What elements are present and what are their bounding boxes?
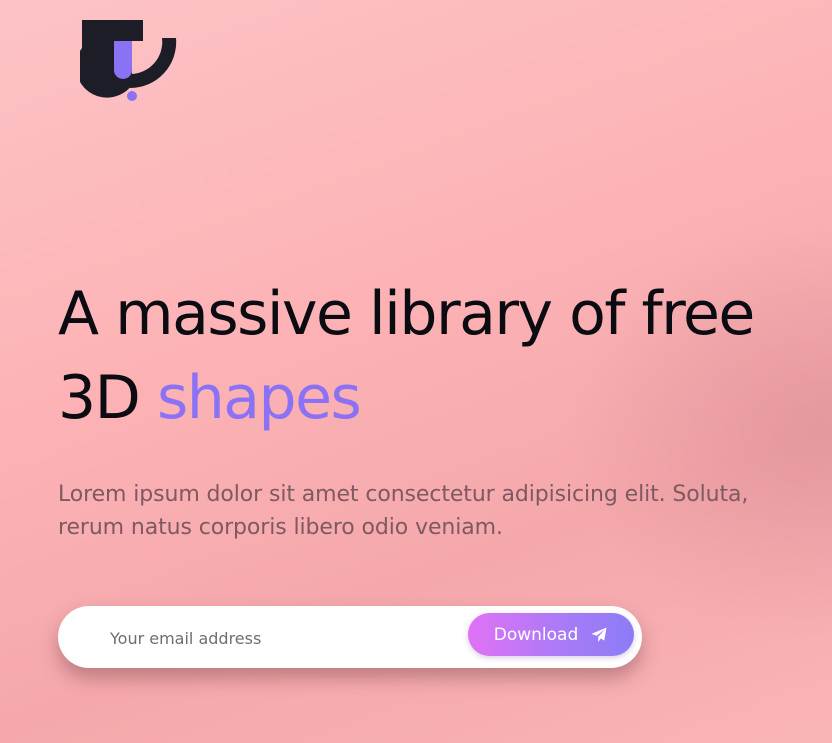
download-button-label: Download: [493, 624, 579, 645]
brand-logo-icon[interactable]: [75, 18, 180, 104]
hero-headline: A massive library of free 3D shapes: [58, 272, 778, 440]
paper-plane-icon: [591, 627, 607, 642]
download-button[interactable]: Download: [468, 613, 634, 656]
email-signup-form: Download: [58, 606, 642, 668]
headline-accent-word: shapes: [156, 363, 362, 433]
email-input[interactable]: [108, 622, 452, 654]
hero-description: Lorem ipsum dolor sit amet consectetur a…: [58, 482, 749, 540]
